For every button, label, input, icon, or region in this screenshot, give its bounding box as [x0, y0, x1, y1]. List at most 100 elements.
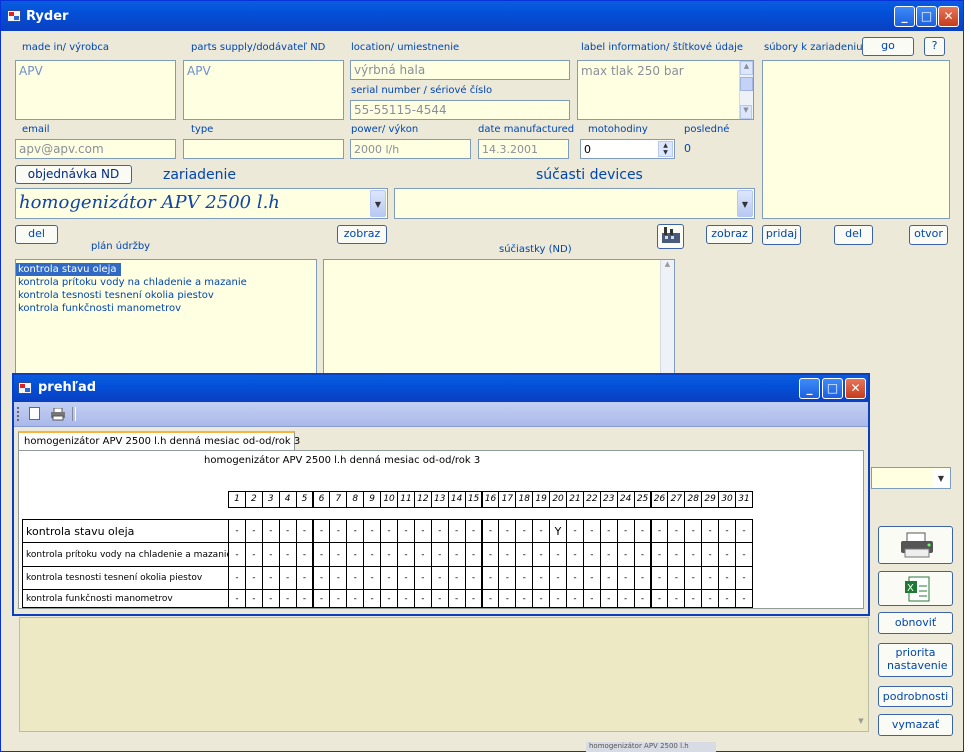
- grid-cell[interactable]: -: [380, 566, 398, 590]
- grid-cell[interactable]: -: [312, 519, 331, 543]
- grid-cell[interactable]: -: [599, 542, 618, 567]
- grid-cell[interactable]: -: [616, 566, 635, 590]
- grid-cell[interactable]: -: [228, 519, 246, 543]
- grid-cell[interactable]: -: [718, 519, 736, 543]
- suciastky-list[interactable]: ▲: [323, 259, 675, 379]
- grid-cell[interactable]: -: [532, 542, 551, 567]
- grid-cell[interactable]: -: [667, 542, 686, 567]
- grid-cell[interactable]: -: [549, 542, 567, 567]
- list-item[interactable]: kontrola prítoku vody na chladenie a maz…: [16, 276, 316, 289]
- go-button[interactable]: go: [862, 37, 914, 56]
- grid-cell[interactable]: -: [582, 566, 601, 590]
- grid-cell[interactable]: -: [481, 566, 500, 590]
- grid-cell[interactable]: -: [329, 542, 348, 567]
- close-button[interactable]: ✕: [845, 378, 866, 399]
- parts-supply-field[interactable]: APV: [183, 60, 344, 120]
- grid-cell[interactable]: -: [397, 566, 415, 590]
- grid-cell[interactable]: -: [278, 589, 297, 608]
- label-info-scrollbar[interactable]: ▲ ▼: [739, 61, 753, 119]
- grid-cell[interactable]: -: [718, 566, 736, 590]
- grid-cell[interactable]: -: [295, 542, 314, 567]
- grid-cell[interactable]: -: [413, 542, 432, 567]
- del-plan-button[interactable]: del: [15, 225, 58, 244]
- zobraz-plan-button[interactable]: zobraz: [337, 225, 387, 244]
- grid-cell[interactable]: -: [616, 519, 635, 543]
- objednavka-button[interactable]: objednávka ND: [15, 165, 132, 184]
- grid-cell[interactable]: -: [566, 542, 584, 567]
- grid-cell[interactable]: -: [346, 566, 365, 590]
- grid-cell[interactable]: -: [667, 566, 686, 590]
- stepper-arrows-icon[interactable]: ▲ ▼: [658, 141, 673, 157]
- grid-cell[interactable]: -: [413, 589, 432, 608]
- grid-cell[interactable]: -: [633, 566, 652, 590]
- grid-cell[interactable]: -: [363, 542, 382, 567]
- grid-cell[interactable]: -: [498, 589, 517, 608]
- grid-cell[interactable]: -: [295, 566, 314, 590]
- grid-cell[interactable]: -: [633, 519, 652, 543]
- grid-cell[interactable]: -: [346, 542, 365, 567]
- grid-cell[interactable]: -: [667, 589, 686, 608]
- vymazat-button[interactable]: vymazať: [878, 714, 953, 736]
- grid-cell[interactable]: -: [532, 566, 551, 590]
- grid-cell[interactable]: -: [430, 589, 449, 608]
- grid-cell[interactable]: -: [735, 566, 753, 590]
- grid-cell[interactable]: -: [515, 589, 534, 608]
- grid-cell[interactable]: -: [363, 519, 382, 543]
- list-item[interactable]: kontrola tesnosti tesnení okolia piestov: [16, 289, 316, 302]
- grid-cell[interactable]: -: [413, 519, 432, 543]
- grid-cell[interactable]: -: [582, 589, 601, 608]
- grid-cell[interactable]: -: [295, 589, 314, 608]
- grid-cell[interactable]: -: [515, 566, 534, 590]
- grid-cell[interactable]: -: [312, 542, 331, 567]
- grid-cell[interactable]: -: [735, 519, 753, 543]
- scroll-up-icon[interactable]: ▲: [740, 61, 753, 75]
- print-button[interactable]: [878, 526, 953, 564]
- grid-cell[interactable]: -: [380, 519, 398, 543]
- minimize-button[interactable]: _: [894, 6, 915, 27]
- maximize-button[interactable]: □: [822, 378, 843, 399]
- grid-cell[interactable]: -: [667, 519, 686, 543]
- serial-field[interactable]: 55-55115-4544: [350, 100, 570, 120]
- grid-cell[interactable]: -: [295, 519, 314, 543]
- grid-cell[interactable]: -: [684, 542, 703, 567]
- plan-item-label[interactable]: kontrola stavu oleja: [16, 263, 121, 276]
- grid-cell[interactable]: -: [413, 566, 432, 590]
- scroll-up-icon[interactable]: ▲: [661, 260, 674, 274]
- printer-icon[interactable]: [50, 407, 66, 424]
- grid-cell[interactable]: -: [244, 589, 263, 608]
- grid-cell[interactable]: -: [363, 566, 382, 590]
- type-field[interactable]: [183, 139, 344, 159]
- grid-cell[interactable]: -: [261, 589, 280, 608]
- grid-cell[interactable]: -: [312, 566, 331, 590]
- grid-cell[interactable]: -: [684, 589, 703, 608]
- excel-export-button[interactable]: X: [878, 571, 953, 606]
- grid-cell[interactable]: -: [735, 542, 753, 567]
- grid-cell[interactable]: -: [380, 542, 398, 567]
- list-item[interactable]: kontrola stavu oleja: [16, 262, 316, 276]
- grid-cell[interactable]: -: [718, 542, 736, 567]
- grid-cell[interactable]: -: [363, 589, 382, 608]
- grid-cell[interactable]: -: [701, 589, 720, 608]
- grid-cell[interactable]: -: [228, 566, 246, 590]
- otvor-button[interactable]: otvor: [909, 225, 948, 245]
- minimize-button[interactable]: _: [799, 378, 820, 399]
- grid-cell[interactable]: -: [329, 589, 348, 608]
- grid-cell[interactable]: -: [701, 519, 720, 543]
- maximize-button[interactable]: □: [916, 6, 937, 27]
- grid-cell[interactable]: -: [481, 519, 500, 543]
- grid-cell[interactable]: -: [430, 519, 449, 543]
- grid-cell[interactable]: -: [464, 542, 483, 567]
- scroll-down-icon[interactable]: ▼: [854, 717, 868, 731]
- grid-cell[interactable]: -: [650, 519, 669, 543]
- date-field[interactable]: 14.3.2001: [478, 139, 569, 159]
- grid-cell[interactable]: -: [464, 589, 483, 608]
- grid-cell[interactable]: -: [616, 542, 635, 567]
- grid-cell[interactable]: -: [278, 542, 297, 567]
- grid-cell[interactable]: -: [397, 519, 415, 543]
- grid-cell[interactable]: -: [701, 542, 720, 567]
- grid-cell[interactable]: -: [464, 566, 483, 590]
- del-file-button[interactable]: del: [834, 225, 873, 245]
- list-item[interactable]: kontrola funkčnosti manometrov: [16, 302, 316, 315]
- grid-cell[interactable]: -: [481, 589, 500, 608]
- chevron-down-icon[interactable]: ▼: [370, 190, 386, 217]
